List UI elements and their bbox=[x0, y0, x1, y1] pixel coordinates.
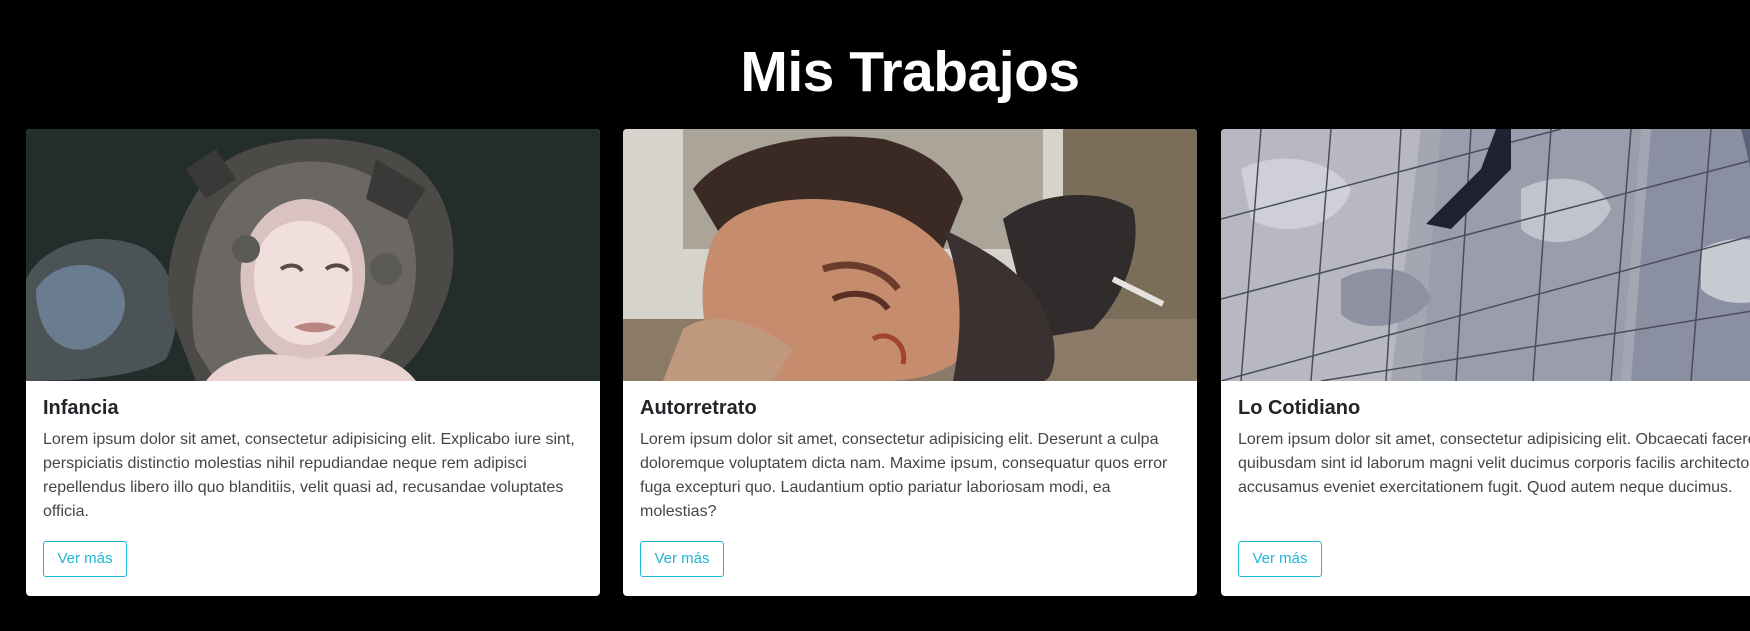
card-title: Autorretrato bbox=[640, 397, 757, 419]
card-description: Lorem ipsum dolor sit amet, consectetur … bbox=[1238, 431, 1750, 496]
work-card-lo-cotidiano: Lo Cotidiano Lorem ipsum dolor sit amet,… bbox=[1221, 129, 1750, 596]
card-title: Infancia bbox=[43, 397, 119, 419]
card-description: Lorem ipsum dolor sit amet, consectetur … bbox=[43, 431, 575, 520]
card-title: Lo Cotidiano bbox=[1238, 397, 1361, 419]
ver-mas-button[interactable]: Ver más bbox=[43, 541, 127, 577]
card-image-self-portrait bbox=[623, 129, 1197, 381]
card-description: Lorem ipsum dolor sit amet, consectetur … bbox=[640, 431, 1168, 520]
section-title: Mis Trabajos bbox=[740, 40, 1080, 104]
ver-mas-button[interactable]: Ver más bbox=[640, 541, 724, 577]
ver-mas-button[interactable]: Ver más bbox=[1238, 541, 1322, 577]
works-section: Mis Trabajos Infancia Lorem ipsum dolor … bbox=[0, 0, 1750, 631]
card-image-child-portrait bbox=[26, 129, 600, 381]
card-image-glass-building bbox=[1221, 129, 1750, 381]
work-card-autorretrato: Autorretrato Lorem ipsum dolor sit amet,… bbox=[623, 129, 1197, 596]
work-card-infancia: Infancia Lorem ipsum dolor sit amet, con… bbox=[26, 129, 600, 596]
